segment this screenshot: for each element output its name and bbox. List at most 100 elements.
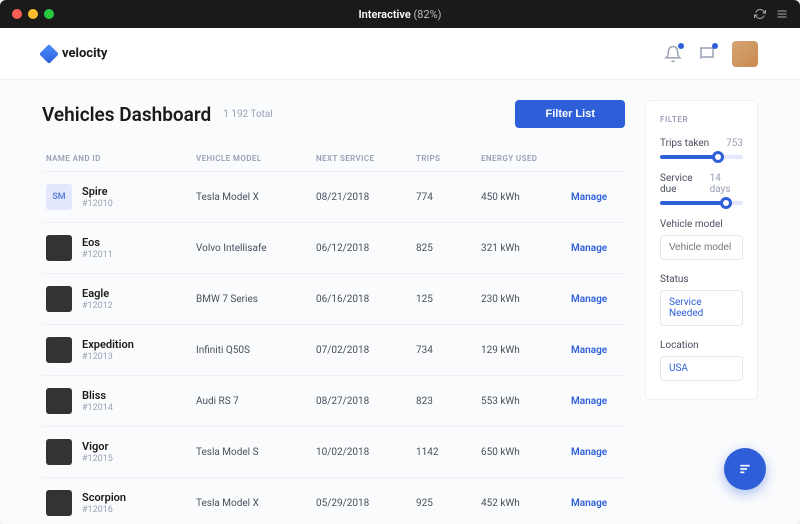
page-subtitle: 1 192 Total xyxy=(223,109,273,120)
manage-link[interactable]: Manage xyxy=(571,345,621,356)
vehicle-thumbnail xyxy=(46,235,72,261)
column-header: TRIPS xyxy=(416,154,471,163)
cell-service: 08/27/2018 xyxy=(316,396,406,407)
service-filter-value: 14 days xyxy=(710,173,743,195)
vehicle-id: #12013 xyxy=(82,352,134,362)
trips-filter-value: 753 xyxy=(726,138,743,149)
vehicle-id: #12010 xyxy=(82,199,113,209)
message-badge xyxy=(712,43,718,49)
vehicle-name: Eagle xyxy=(82,287,113,300)
column-header: NAME AND ID xyxy=(46,154,186,163)
service-filter-label: Service due xyxy=(660,173,710,195)
vehicle-name: Scorpion xyxy=(82,491,126,504)
cell-service: 10/02/2018 xyxy=(316,447,406,458)
refresh-icon[interactable] xyxy=(754,5,766,24)
topbar: velocity xyxy=(0,28,800,80)
cell-trips: 734 xyxy=(416,345,471,356)
cell-model: Tesla Model X xyxy=(196,498,306,509)
cell-model: Tesla Model S xyxy=(196,447,306,458)
table-row: Eagle#12012 BMW 7 Series 06/16/2018 125 230 … xyxy=(42,273,625,324)
vehicle-thumbnail: SM xyxy=(46,184,72,210)
manage-link[interactable]: Manage xyxy=(571,447,621,458)
brand[interactable]: velocity xyxy=(42,46,107,61)
vehicles-table: NAME AND ID VEHICLE MODEL NEXT SERVICE TRIP… xyxy=(42,146,625,524)
manage-link[interactable]: Manage xyxy=(571,294,621,305)
cell-trips: 1142 xyxy=(416,447,471,458)
table-row: Scorpion#12016 Tesla Model X 05/29/2018 925… xyxy=(42,477,625,524)
vehicle-name: Spire xyxy=(82,185,113,198)
manage-link[interactable]: Manage xyxy=(571,498,621,509)
vehicle-thumbnail xyxy=(46,388,72,414)
cell-model: BMW 7 Series xyxy=(196,294,306,305)
table-row: Vigor#12015 Tesla Model S 10/02/2018 1142 65… xyxy=(42,426,625,477)
cell-model: Audi RS 7 xyxy=(196,396,306,407)
cell-energy: 230 kWh xyxy=(481,294,561,305)
vehicle-id: #12012 xyxy=(82,301,113,311)
cell-model: Tesla Model X xyxy=(196,192,306,203)
menu-icon[interactable] xyxy=(776,5,788,24)
service-slider[interactable] xyxy=(660,201,743,205)
cell-energy: 452 kWh xyxy=(481,498,561,509)
filter-list-button[interactable]: Filter List xyxy=(515,100,625,128)
vehicle-thumbnail xyxy=(46,439,72,465)
model-filter-input[interactable] xyxy=(660,235,743,260)
vehicle-id: #12014 xyxy=(82,403,113,413)
location-filter-select[interactable]: USA xyxy=(660,356,743,381)
cell-energy: 321 kWh xyxy=(481,243,561,254)
trips-slider[interactable] xyxy=(660,155,743,159)
notifications-button[interactable] xyxy=(664,45,682,63)
vehicle-id: #12015 xyxy=(82,454,113,464)
cell-trips: 774 xyxy=(416,192,471,203)
page-title: Vehicles Dashboard xyxy=(42,103,211,126)
maximize-window-button[interactable] xyxy=(44,9,54,19)
column-header: NEXT SERVICE xyxy=(316,154,406,163)
window-titlebar: Interactive (82%) xyxy=(0,0,800,28)
brand-name: velocity xyxy=(62,46,107,61)
vehicle-thumbnail xyxy=(46,490,72,516)
minimize-window-button[interactable] xyxy=(28,9,38,19)
table-row: Expedition#12013 Infiniti Q50S 07/02/2018 7… xyxy=(42,324,625,375)
cell-service: 06/12/2018 xyxy=(316,243,406,254)
table-row: Bliss#12014 Audi RS 7 08/27/2018 823 553 kWh… xyxy=(42,375,625,426)
filter-panel: FILTER Trips taken 753 Service due 14 da… xyxy=(645,100,758,400)
column-header: VEHICLE MODEL xyxy=(196,154,306,163)
cell-service: 05/29/2018 xyxy=(316,498,406,509)
cell-trips: 125 xyxy=(416,294,471,305)
vehicle-id: #12011 xyxy=(82,250,113,260)
vehicle-name: Vigor xyxy=(82,440,113,453)
cell-energy: 650 kWh xyxy=(481,447,561,458)
cell-energy: 450 kWh xyxy=(481,192,561,203)
cell-trips: 925 xyxy=(416,498,471,509)
avatar[interactable] xyxy=(732,41,758,67)
vehicle-id: #12016 xyxy=(82,505,126,515)
vehicle-name: Eos xyxy=(82,236,113,249)
brand-icon xyxy=(39,44,59,64)
vehicle-name: Bliss xyxy=(82,389,113,402)
messages-button[interactable] xyxy=(698,45,716,63)
manage-link[interactable]: Manage xyxy=(571,192,621,203)
vehicle-thumbnail xyxy=(46,286,72,312)
cell-energy: 553 kWh xyxy=(481,396,561,407)
vehicle-name: Expedition xyxy=(82,338,134,351)
column-header: ENERGY USED xyxy=(481,154,561,163)
cell-model: Infiniti Q50S xyxy=(196,345,306,356)
cell-service: 06/16/2018 xyxy=(316,294,406,305)
status-filter-label: Status xyxy=(660,274,743,285)
vehicle-thumbnail xyxy=(46,337,72,363)
window-title: Interactive (82%) xyxy=(358,8,441,21)
cell-service: 08/21/2018 xyxy=(316,192,406,203)
status-filter-select[interactable]: Service Needed xyxy=(660,290,743,326)
cell-trips: 825 xyxy=(416,243,471,254)
cell-service: 07/02/2018 xyxy=(316,345,406,356)
manage-link[interactable]: Manage xyxy=(571,396,621,407)
cell-trips: 823 xyxy=(416,396,471,407)
notification-badge xyxy=(678,43,684,49)
close-window-button[interactable] xyxy=(12,9,22,19)
trips-filter-label: Trips taken xyxy=(660,138,709,149)
table-row: Eos#12011 Volvo Intellisafe 06/12/2018 825 3… xyxy=(42,222,625,273)
model-filter-label: Vehicle model xyxy=(660,219,743,230)
location-filter-label: Location xyxy=(660,340,743,351)
cell-model: Volvo Intellisafe xyxy=(196,243,306,254)
fab-button[interactable] xyxy=(724,448,766,490)
manage-link[interactable]: Manage xyxy=(571,243,621,254)
